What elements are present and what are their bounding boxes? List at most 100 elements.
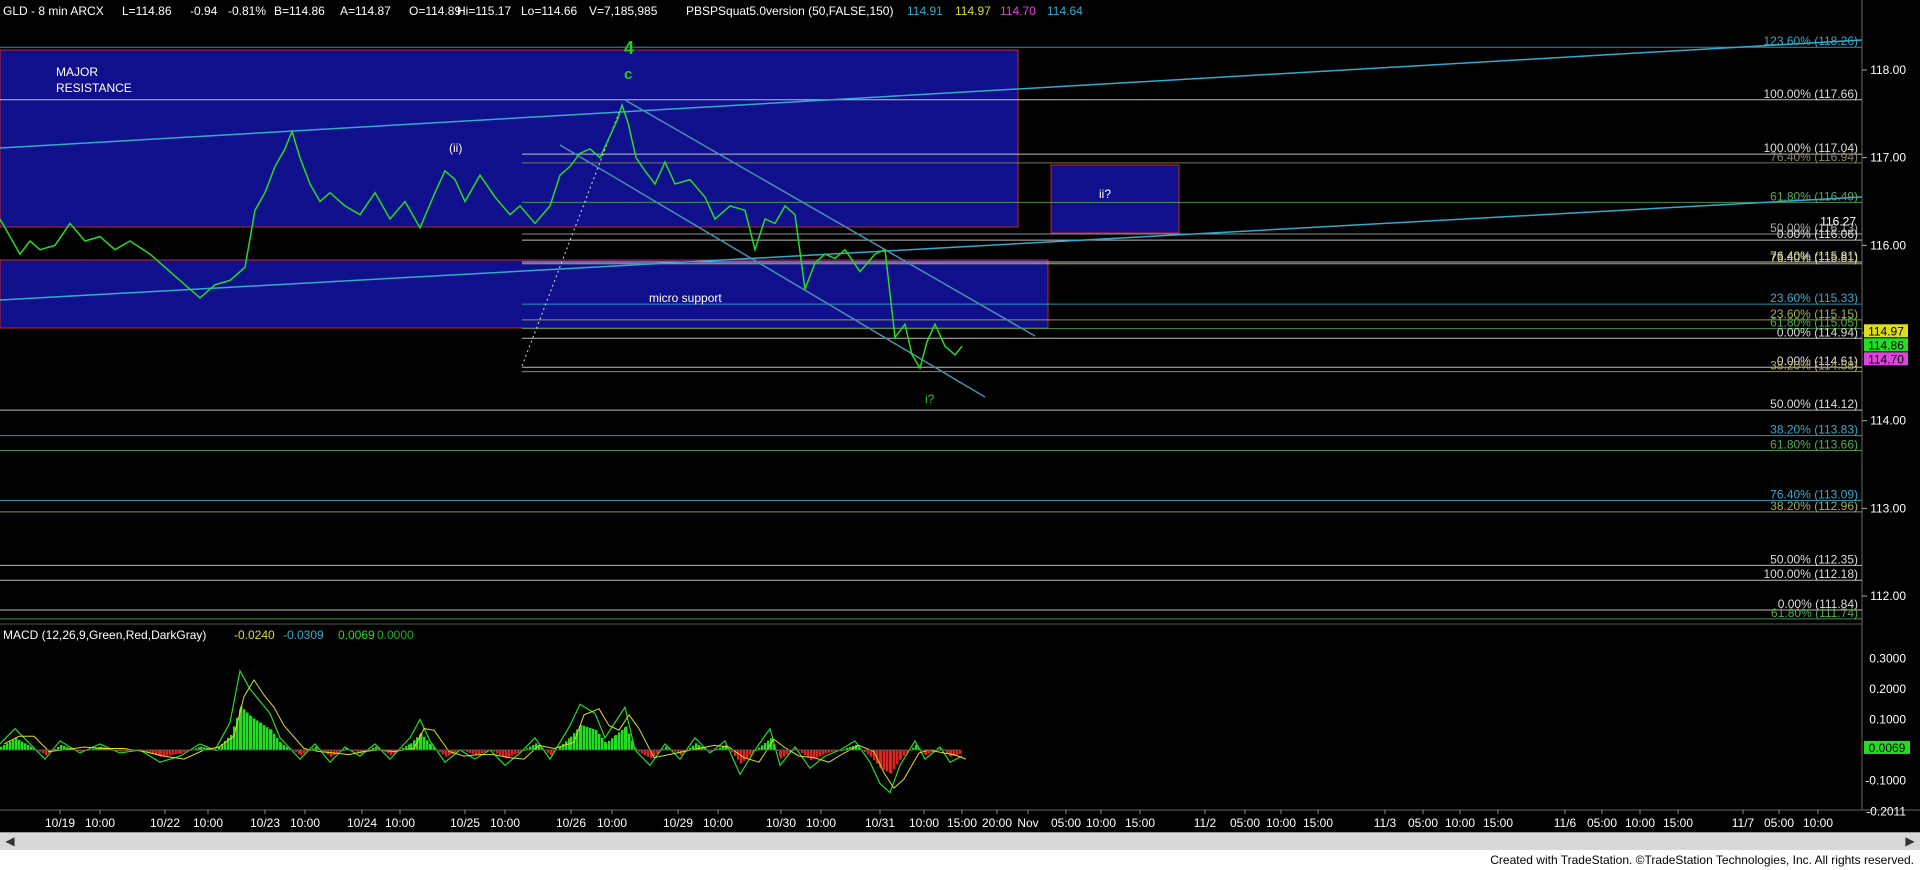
- price-tick-label: 117.00: [1870, 151, 1906, 165]
- fib-label: 0.00% (116.06): [1777, 227, 1858, 241]
- macd-current-label: 0.0069: [1869, 741, 1906, 755]
- macd-histogram-bar: [896, 750, 899, 765]
- macd-histogram-bar: [442, 750, 445, 755]
- time-tick-label: Nov: [1017, 816, 1038, 830]
- macd-header: MACD (12,26,9,Green,Red,DarkGray) -0.024…: [3, 628, 414, 642]
- major-resistance-label-2: RESISTANCE: [56, 81, 132, 95]
- macd-histogram-bar: [886, 750, 889, 772]
- scroll-right-icon[interactable]: ▶: [1903, 834, 1917, 848]
- header-study: PBSPSquat5.0version (50,FALSE,150): [686, 4, 893, 18]
- fib-label: 38.20% (114.58): [1770, 359, 1858, 373]
- macd-histogram-bar: [3, 744, 6, 750]
- header-value-1: 114.91: [907, 4, 943, 18]
- macd-histogram-bar: [743, 750, 746, 761]
- micro-support-label: micro support: [649, 291, 722, 305]
- macd-histogram-bar: [499, 750, 502, 756]
- fib-label: 61.80% (113.66): [1770, 437, 1858, 451]
- macd-histogram-bar: [511, 750, 514, 756]
- macd-histogram-bar: [27, 744, 30, 750]
- wave-i-label: i?: [925, 392, 935, 406]
- macd-histogram-bar: [18, 739, 21, 750]
- macd-histogram-bar: [608, 740, 611, 750]
- time-tick-label: 10/24: [347, 816, 377, 830]
- price-tick-label: 114.00: [1870, 414, 1906, 428]
- macd-histogram-bar: [644, 750, 647, 756]
- macd-histogram-bar: [950, 750, 953, 757]
- macd-histogram-bar: [890, 750, 893, 774]
- time-tick-label: 10:00: [490, 816, 520, 830]
- macd-histogram-bar: [621, 729, 624, 750]
- macd-histogram-bar: [761, 745, 764, 750]
- macd-tick-label: 0.2000: [1869, 682, 1906, 696]
- macd-value-4: 0.0000: [377, 628, 414, 642]
- fib-label: 76.40% (115.81): [1770, 251, 1858, 265]
- major-resistance-label-1: MAJOR: [56, 65, 98, 79]
- macd-histogram-bar: [605, 743, 608, 750]
- time-tick-label: 10:00: [1266, 816, 1296, 830]
- header-symbol: GLD - 8 min ARCX: [3, 4, 104, 18]
- macd-histogram-bar: [60, 744, 63, 750]
- macd-histogram-bar: [825, 750, 828, 754]
- macd-histogram-bar: [550, 750, 553, 756]
- horizontal-scrollbar[interactable]: ◀ ▶: [0, 832, 1920, 851]
- macd-tick-label: 0.3000: [1869, 652, 1906, 666]
- header-volume: V=7,185,985: [589, 4, 658, 18]
- price-tick-label: 118.00: [1870, 63, 1906, 77]
- fib-label: 61.80% (111.74): [1771, 606, 1858, 620]
- ii-box: [1050, 164, 1180, 234]
- macd-histogram-bar: [900, 750, 903, 759]
- fib-label: 100.00% (117.66): [1763, 87, 1858, 101]
- macd-tick-label: -0.1000: [1865, 774, 1906, 788]
- macd-histogram-bar: [783, 750, 786, 757]
- macd-histogram-bar: [641, 750, 644, 754]
- time-tick-label: 11/7: [1732, 816, 1755, 830]
- macd-histogram-bar: [445, 750, 448, 757]
- footer-credit: Created with TradeStation. ©TradeStation…: [1490, 853, 1914, 867]
- header-last: L=114.86: [122, 4, 172, 18]
- header-value-3: 114.70: [1000, 4, 1036, 18]
- macd-histogram-bar: [256, 720, 259, 750]
- macd-histogram-bar: [804, 750, 807, 756]
- fib-label: 76.40% (116.94): [1770, 150, 1858, 164]
- time-tick-label: 10/25: [450, 816, 480, 830]
- macd-histogram-bar: [601, 737, 604, 750]
- macd-tick-label: 0.1000: [1869, 713, 1906, 727]
- time-tick-label: 10:00: [1086, 816, 1116, 830]
- macd-histogram-bar: [502, 750, 505, 757]
- macd-histogram-bar: [810, 750, 813, 761]
- price-tick-label: 113.00: [1870, 501, 1906, 515]
- time-tick-label: 11/6: [1554, 816, 1577, 830]
- macd-histogram-bar: [618, 732, 621, 750]
- macd-histogram-bar: [816, 750, 819, 758]
- macd-histogram-bar: [280, 743, 283, 750]
- time-tick-label: 10:00: [1803, 816, 1833, 830]
- price-tick-label: 112.00: [1870, 589, 1906, 603]
- time-tick-label: 10:00: [597, 816, 627, 830]
- chart-header: GLD - 8 min ARCX L=114.86 -0.94 -0.81% B…: [3, 4, 1083, 18]
- macd-histogram-bar: [475, 750, 478, 756]
- macd-histogram-bar: [698, 744, 701, 750]
- macd-histogram-bar: [749, 750, 752, 756]
- time-tick-label: 05:00: [1764, 816, 1794, 830]
- time-tick-label: 10/31: [865, 816, 895, 830]
- wave-c-label: c: [624, 66, 632, 83]
- time-tick-label: 15:00: [1663, 816, 1693, 830]
- macd-histogram-bar: [764, 742, 767, 750]
- macd-histogram-bar: [163, 750, 166, 757]
- macd-histogram-bar: [169, 750, 172, 756]
- macd-histogram-bar: [253, 718, 256, 750]
- macd-histogram-bar: [946, 750, 949, 754]
- time-tick-label: 10:00: [909, 816, 939, 830]
- time-tick-label: 20:00: [982, 816, 1012, 830]
- macd-histogram-bar: [819, 750, 822, 757]
- macd-histogram-bar: [172, 750, 175, 755]
- macd-histogram-bar: [426, 740, 429, 750]
- macd-histogram-bar: [780, 750, 783, 759]
- time-tick-label: 05:00: [1051, 816, 1081, 830]
- macd-histogram-bar: [266, 727, 269, 750]
- time-tick-label: 15:00: [1303, 816, 1333, 830]
- scroll-left-icon[interactable]: ◀: [3, 834, 17, 848]
- macd-histogram-bar: [514, 750, 517, 755]
- macd-histogram-bar: [508, 750, 511, 758]
- macd-histogram-bar: [375, 746, 378, 750]
